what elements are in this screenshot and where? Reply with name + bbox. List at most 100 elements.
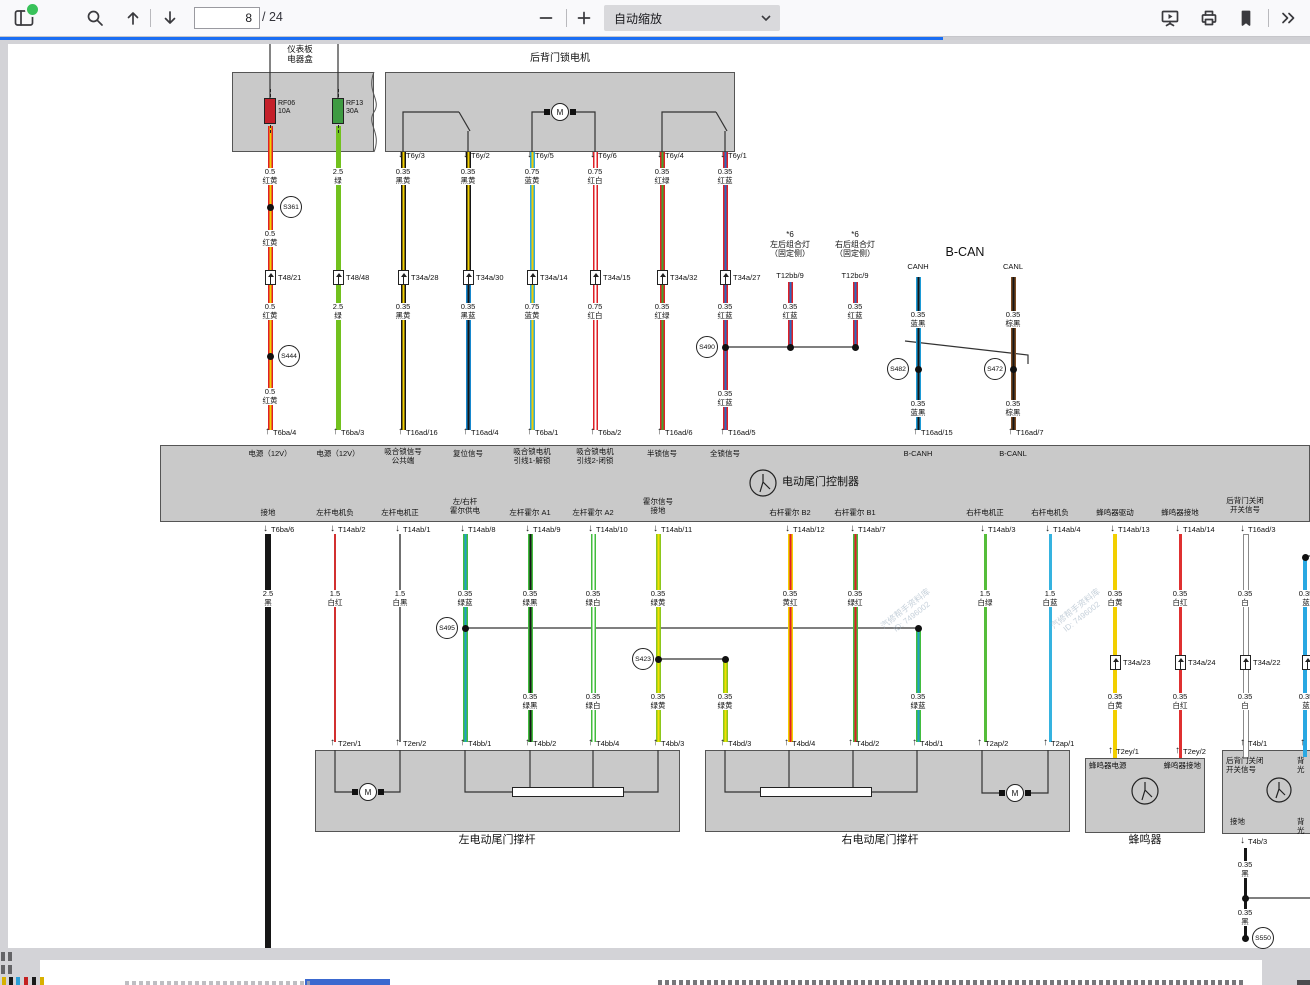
next-page-button[interactable] <box>156 5 184 31</box>
pin-label: T6ba/1 <box>535 428 559 437</box>
pin-label: T4bb/3 <box>661 739 685 748</box>
wire-spec-label: 0.35 绿黄 <box>649 589 667 608</box>
zoom-select[interactable]: 自动缩放 <box>604 5 780 31</box>
pin-T14ab/8: ↓ T14ab/8 <box>460 524 496 535</box>
pin-T2ey/2: ↑ T2ey/2 <box>1175 745 1206 757</box>
wire-spec-label: 0.75 红白 <box>586 167 604 186</box>
pin-T6y/6: ↓ T6y/6 <box>590 149 617 161</box>
chevron-down-icon <box>761 15 771 21</box>
wire-spec-label: 0.35 黑黄 <box>394 302 412 321</box>
pin-label: T14ab/14 <box>1183 525 1215 534</box>
pin-label: T14ab/10 <box>596 525 628 534</box>
pin-label: T14ab/4 <box>1053 525 1081 534</box>
arrow-down-icon: ↓ <box>720 149 725 160</box>
splice-S482: S482 <box>887 358 909 380</box>
wire-spec-label: 0.35 黑蓝 <box>459 302 477 321</box>
text: *6 左后组合灯 （固定侧） <box>770 230 810 259</box>
next-page-wire-stub <box>2 977 6 985</box>
text: 左杆电机负 <box>316 508 354 517</box>
connector-T34a/28 <box>397 270 409 285</box>
pin-partial: ↑ <box>1300 738 1305 748</box>
pin-T16ad/7: ↑ T16ad/7 <box>1008 427 1044 438</box>
pin-label: T6ba/4 <box>273 428 297 437</box>
control-module-icon <box>1266 777 1292 803</box>
text: 背光 <box>1297 817 1305 835</box>
text: 左杆霍尔 A1 <box>509 508 551 517</box>
wire-spec-label: 0.35 红绿 <box>653 167 671 186</box>
splice-S495: S495 <box>436 617 458 639</box>
zoom-out-button[interactable] <box>532 5 560 31</box>
pin-label: T4bb/2 <box>533 739 557 748</box>
pin-label: T4bd/4 <box>792 739 816 748</box>
text: 蜂鸣器电源 <box>1089 761 1127 770</box>
fuse-label: RF06 10A <box>278 100 296 116</box>
junction-dot <box>654 655 662 663</box>
arrow-up-icon: ↑ <box>588 737 593 748</box>
wire <box>527 534 533 742</box>
control-module-icon <box>749 469 777 497</box>
wire-spec-label: 0.35 黑黄 <box>459 167 477 186</box>
text: CANL <box>1002 262 1024 271</box>
connector-label: T48/21 <box>278 273 302 282</box>
next-page-wire-stub <box>24 977 28 985</box>
motor-terminal <box>378 789 384 795</box>
wire-spec-label: 0.35 蓝 <box>1297 692 1310 711</box>
text: 左/右杆 霍尔供电 <box>450 497 480 515</box>
wire-spec-label: 0.75 蓝黄 <box>523 167 541 186</box>
wire-spec-label: 0.35 白 <box>1236 589 1254 608</box>
fuse-lead <box>270 89 271 97</box>
previous-page-button[interactable] <box>119 5 147 31</box>
wire-spec-label: 2.5 黑 <box>261 589 275 608</box>
pin-label: T14ab/1 <box>403 525 431 534</box>
motor-symbol: M <box>359 783 377 801</box>
pin-label: T16ad/16 <box>406 428 438 437</box>
wire <box>1048 534 1052 742</box>
wire <box>465 272 471 430</box>
motor-terminal <box>999 790 1005 796</box>
text: 霍尔信号 接地 <box>643 497 673 515</box>
pin-label: T16ad/4 <box>471 428 499 437</box>
pin-T4b/3: ↓ T4b/3 <box>1240 836 1267 847</box>
text: 接地 <box>260 508 276 517</box>
wire-spec-label: 0.35 红蓝 <box>846 302 864 321</box>
junction-dot <box>266 352 274 360</box>
arrow-up-icon: ↑ <box>1175 745 1180 756</box>
wire <box>655 534 661 742</box>
more-tools-button[interactable] <box>1274 5 1302 31</box>
pin-label: T14ab/9 <box>533 525 561 534</box>
search-button[interactable] <box>81 5 109 31</box>
print-button[interactable] <box>1195 5 1223 31</box>
bookmark-button[interactable] <box>1232 5 1260 31</box>
connector-T34a/22 <box>1239 655 1251 670</box>
wire <box>1243 534 1249 759</box>
connector-label: T34a/23 <box>1123 658 1151 667</box>
bookmark-icon <box>1241 10 1251 26</box>
text: B-CANH <box>903 449 933 458</box>
motor-terminal <box>352 789 358 795</box>
junction-dot <box>786 343 794 351</box>
wire-spec-label: 0.35 红蓝 <box>716 389 734 408</box>
wire-spec-label: 0.35 白红 <box>1171 589 1189 608</box>
arrow-down-icon: ↓ <box>590 149 595 160</box>
text: 左电动尾门撑杆 <box>458 834 536 846</box>
text: 仪表板 电器盒 <box>287 44 313 65</box>
text: 右电动尾门撑杆 <box>841 834 919 846</box>
wire-spec-label: 0.35 绿红 <box>846 589 864 608</box>
wire-spec-label: 2.5 绿 <box>331 167 345 186</box>
presentation-mode-button[interactable] <box>1156 5 1184 31</box>
sidebar-toggle-button[interactable] <box>10 2 40 31</box>
page-number-input[interactable] <box>194 7 260 29</box>
wire-spec-label: 1.5 白红 <box>326 589 344 608</box>
pin-T4bb/1: ↑ T4bb/1 <box>460 738 491 749</box>
wire <box>400 152 406 430</box>
text: 半锁信号 <box>647 449 677 458</box>
arrow-up-icon <box>127 12 139 25</box>
arrow-down-icon: ↓ <box>1110 523 1115 534</box>
zoom-in-button[interactable] <box>570 5 598 31</box>
connector-T34a/30 <box>462 270 474 285</box>
wire-spec-label: 0.35 黄红 <box>781 589 799 608</box>
connector-T48/21 <box>264 270 276 285</box>
arrow-down-icon: ↓ <box>1240 523 1245 534</box>
wire <box>529 152 535 430</box>
wire <box>462 534 468 742</box>
